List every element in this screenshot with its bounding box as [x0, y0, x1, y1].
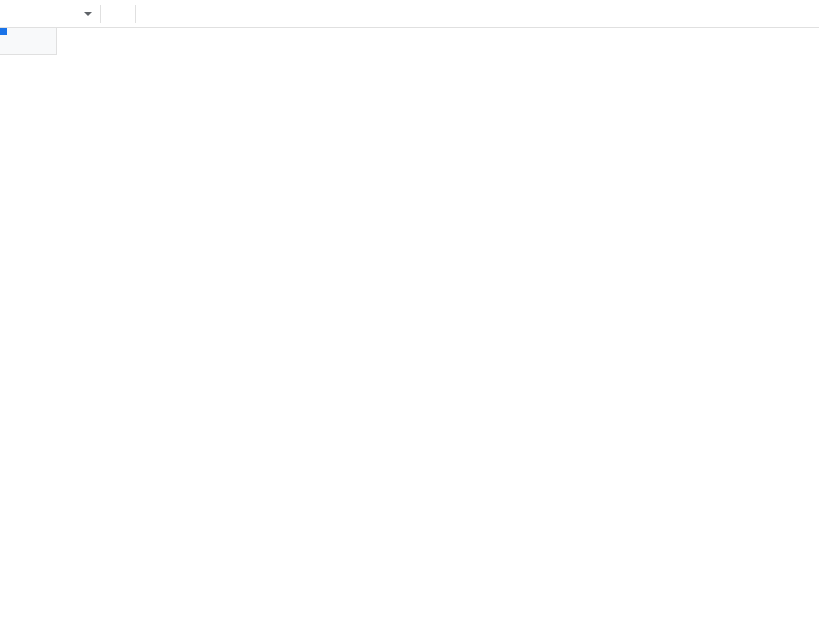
name-box-caret-icon — [84, 12, 92, 16]
name-box[interactable] — [0, 12, 100, 16]
divider — [100, 5, 101, 23]
divider — [135, 5, 136, 23]
select-all-corner[interactable] — [0, 28, 57, 55]
formula-bar — [0, 0, 819, 28]
